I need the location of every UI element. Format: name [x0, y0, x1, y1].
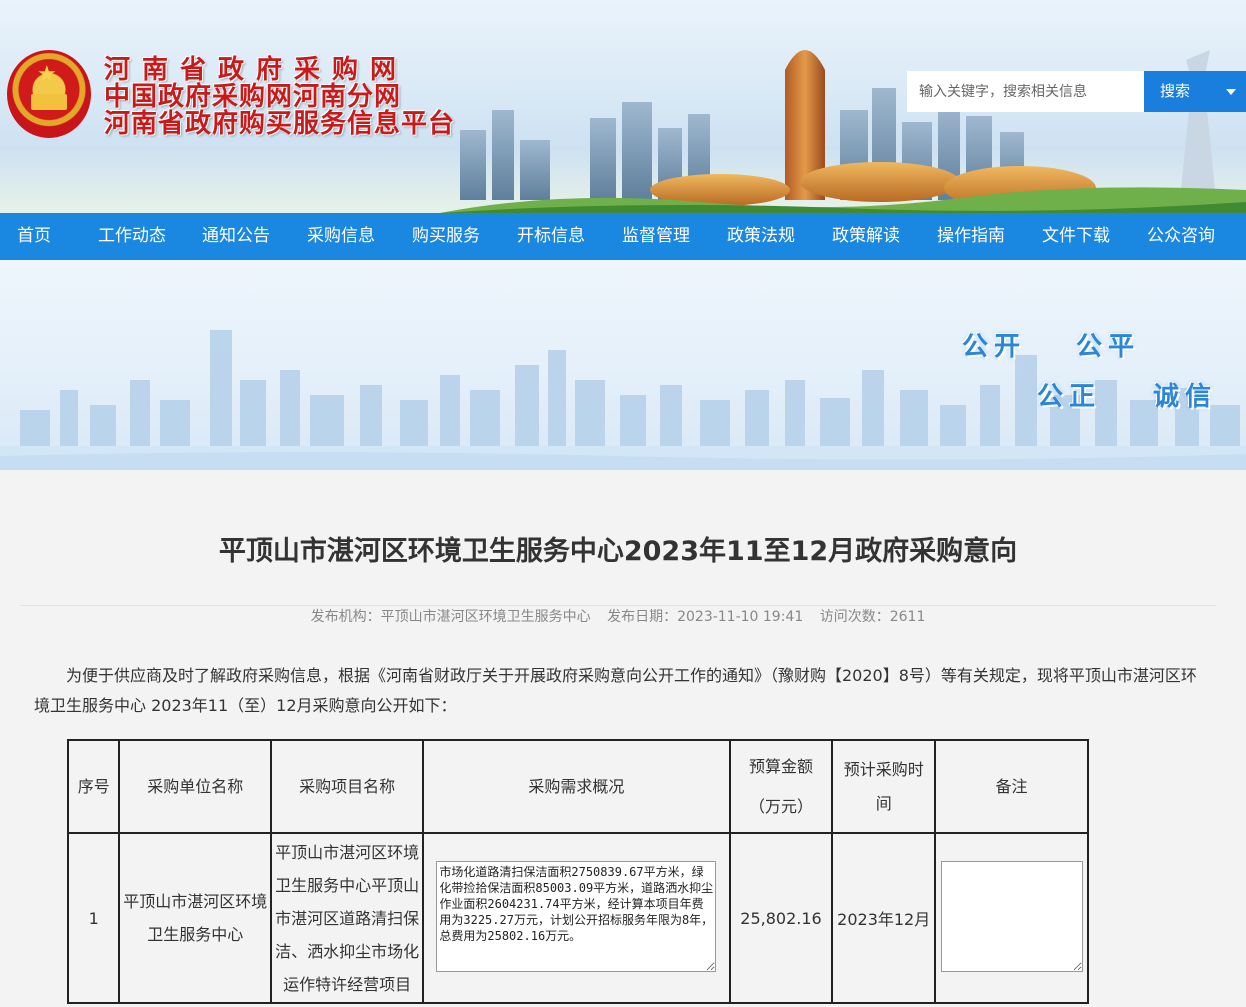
title-divider [20, 605, 1216, 606]
table-header-row: 序号 采购单位名称 采购项目名称 采购需求概况 预算金额 （万元） 预计采购时间… [66, 739, 1089, 834]
procurement-table: 序号 采购单位名称 采购项目名称 采购需求概况 预算金额 （万元） 预计采购时间… [66, 739, 1089, 1004]
nav-item-purchase-services[interactable]: 购买服务 [412, 213, 480, 260]
nav-item-supervision[interactable]: 监督管理 [622, 213, 690, 260]
nav-item-bid-opening[interactable]: 开标信息 [517, 213, 585, 260]
nav-item-downloads[interactable]: 文件下载 [1042, 213, 1110, 260]
header-unit: 采购单位名称 [118, 739, 273, 834]
header-budget: 预算金额 （万元） [728, 739, 834, 834]
cell-no: 1 [66, 832, 121, 1004]
slogan-just: 公正 [1037, 382, 1102, 412]
cell-budget: 25,802.16 [728, 832, 834, 1004]
national-emblem-icon: ★ [7, 50, 91, 138]
search-input[interactable] [907, 71, 1144, 112]
site-title-line2: 中国政府采购网河南分网 [104, 82, 402, 112]
nav-item-guides[interactable]: 操作指南 [937, 213, 1005, 260]
slogan-fair: 公平 [1076, 332, 1141, 362]
article-title: 平顶山市湛河区环境卫生服务中心2023年11至12月政府采购意向 [218, 536, 1018, 567]
main-navigation: 首页 工作动态 通知公告 采购信息 购买服务 开标信息 监督管理 政策法规 政策… [0, 213, 1246, 260]
nav-item-notices[interactable]: 通知公告 [202, 213, 270, 260]
slogan-open: 公开 [962, 332, 1027, 362]
slogan-integrity: 诚信 [1153, 382, 1218, 412]
banner: 公开 公平 公正 诚信 [0, 260, 1246, 470]
header-budget-line2: （万元） [748, 796, 813, 816]
chevron-down-icon [1226, 89, 1236, 95]
site-title-block[interactable]: 河南省政府采购网 中国政府采购网河南分网 河南省政府购买服务信息平台 [104, 57, 455, 138]
site-title-line3: 河南省政府购买服务信息平台 [104, 109, 456, 139]
table-row: 1 平顶山市湛河区环境卫生服务中心 平顶山市湛河区环境卫生服务中心平顶山市湛河区… [66, 832, 1089, 1004]
banner-skyline-illustration [0, 330, 1246, 470]
meta-publisher: 发布机构：平顶山市湛河区环境卫生服务中心 [310, 609, 591, 625]
header-budget-line1: 预算金额 [748, 756, 813, 776]
header-time: 预计采购时间 [831, 739, 937, 834]
header-remark: 备注 [934, 739, 1089, 834]
cell-requirement: 市场化道路清扫保洁面积2750839.67平方米，绿化带捡拾保洁面积85003.… [422, 832, 731, 1004]
nav-item-consultation[interactable]: 公众咨询 [1147, 213, 1215, 260]
remark-textarea[interactable] [940, 860, 1083, 972]
header-project: 采购项目名称 [270, 739, 425, 834]
nav-item-policy-interpretation[interactable]: 政策解读 [832, 213, 900, 260]
nav-item-home[interactable]: 首页 [17, 213, 51, 260]
nav-item-work-news[interactable]: 工作动态 [98, 213, 166, 260]
search-box: 搜索 [907, 71, 1246, 112]
article-intro: 为便于供应商及时了解政府采购信息，根据《河南省财政厅关于开展政府采购意向公开工作… [34, 666, 1197, 715]
site-header: ★ 河南省政府采购网 中国政府采购网河南分网 河南省政府购买服务信息平台 搜索 [0, 0, 1246, 213]
search-button-label: 搜索 [1160, 82, 1191, 100]
cell-project: 平顶山市湛河区环境卫生服务中心平顶山市湛河区道路清扫保洁、洒水抑尘市场化运作特许… [270, 832, 425, 1004]
search-button[interactable]: 搜索 [1144, 71, 1246, 112]
cell-unit: 平顶山市湛河区环境卫生服务中心 [118, 832, 273, 1004]
requirement-textarea[interactable]: 市场化道路清扫保洁面积2750839.67平方米，绿化带捡拾保洁面积85003.… [436, 860, 717, 972]
meta-date: 发布日期：2023-11-10 19:41 [607, 609, 804, 625]
header-no: 序号 [66, 739, 121, 834]
nav-item-procurement-info[interactable]: 采购信息 [307, 213, 375, 260]
nav-item-policies[interactable]: 政策法规 [727, 213, 795, 260]
cell-remark [934, 832, 1089, 1004]
header-requirement: 采购需求概况 [422, 739, 731, 834]
meta-visits: 访问次数：2611 [819, 609, 926, 625]
article-meta: 发布机构：平顶山市湛河区环境卫生服务中心 发布日期：2023-11-10 19:… [0, 607, 1236, 627]
city-skyline-illustration [440, 50, 1246, 213]
site-title-line1: 河南省政府采购网 [104, 55, 409, 85]
cell-time: 2023年12月 [831, 832, 937, 1004]
